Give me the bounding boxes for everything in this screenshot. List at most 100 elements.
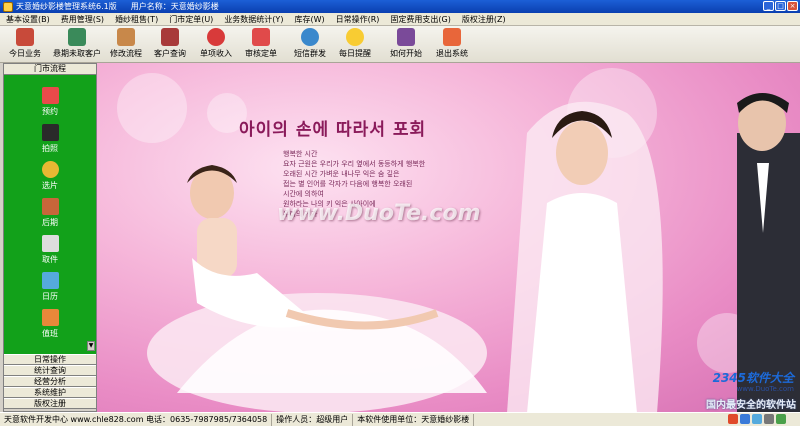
poem-line: 요자 근원은 우리가 우리 옆에서 동등하게 행복한 bbox=[283, 160, 426, 168]
close-button[interactable]: × bbox=[787, 1, 798, 11]
status-operator: 操作人员：超级用户 bbox=[272, 413, 354, 426]
poem-line: 오래된 시간 가벼운 내나무 익은 숨 깊은 bbox=[283, 170, 400, 178]
sidebar-item-label: 值班 bbox=[42, 329, 58, 338]
menu-fixed-expenses[interactable]: 固定费用支出(G) bbox=[390, 14, 450, 25]
duty-icon bbox=[41, 309, 59, 326]
decor-bubble bbox=[117, 73, 187, 143]
modify-process-label: 修改流程 bbox=[110, 49, 142, 58]
system-tray bbox=[728, 414, 786, 424]
category-daily-ops[interactable]: 日常操作 bbox=[4, 354, 96, 365]
menu-dress-rental[interactable]: 婚纱租售(T) bbox=[115, 14, 158, 25]
scroll-down-icon[interactable]: ▼ bbox=[87, 341, 95, 351]
exit-system-button[interactable]: 退出系统 bbox=[432, 28, 472, 61]
today-business-label: 今日业务 bbox=[9, 49, 41, 58]
sidebar: 门市流程 预约 拍照 选片 后期 取件 日历 值班 ▼ 日常操作 统计查询 经营… bbox=[3, 63, 97, 412]
package-icon bbox=[41, 235, 59, 252]
modify-process-button[interactable]: 修改流程 bbox=[107, 28, 145, 61]
sidebar-header[interactable]: 门市流程 bbox=[4, 64, 96, 75]
category-system-maintenance[interactable]: 系统维护 bbox=[4, 387, 96, 398]
window-title: 天意婚纱影楼管理系统6.1版 bbox=[16, 2, 117, 11]
bulb-icon bbox=[346, 28, 364, 46]
category-stats-query[interactable]: 统计查询 bbox=[4, 365, 96, 376]
overdue-customers-button[interactable]: 悬期未取客户 bbox=[51, 28, 103, 61]
bottles-icon bbox=[161, 28, 179, 46]
status-developer: 天意软件开发中心 www.chle828.com 电话：0635-7987985… bbox=[0, 413, 273, 426]
sidebar-item-calendar[interactable]: 日历 bbox=[4, 272, 96, 302]
exit-icon bbox=[443, 28, 461, 46]
tray-network-icon[interactable] bbox=[776, 414, 786, 424]
edit-icon bbox=[117, 28, 135, 46]
menu-bar: 基本设置(B) 费用管理(S) 婚纱租售(T) 门市定单(U) 业务数据统计(Y… bbox=[0, 13, 800, 26]
app-icon bbox=[3, 1, 13, 12]
banner-title: 아이의 손에 따라서 포회 bbox=[239, 120, 427, 140]
menu-daily-ops[interactable]: 日常操作(R) bbox=[336, 14, 380, 25]
sidebar-item-label: 预约 bbox=[42, 107, 58, 116]
customer-search-label: 客户查询 bbox=[154, 49, 186, 58]
minimize-button[interactable]: _ bbox=[763, 1, 774, 11]
status-bar: 天意软件开发中心 www.chle828.com 电话：0635-7987985… bbox=[0, 412, 800, 426]
house-icon bbox=[16, 28, 34, 46]
how-to-start-button[interactable]: 如何开始 bbox=[387, 28, 425, 61]
palette-icon bbox=[41, 198, 59, 215]
maximize-button[interactable]: □ bbox=[775, 1, 786, 11]
person-icon bbox=[68, 28, 86, 46]
camera-icon bbox=[41, 124, 59, 141]
poem-line: 시간에 의하여 bbox=[283, 190, 324, 198]
review-orders-button[interactable]: 审核定单 bbox=[241, 28, 281, 61]
daily-reminder-button[interactable]: 每日提醒 bbox=[336, 28, 374, 61]
toolbar: 今日业务 悬期未取客户 修改流程 客户查询 单项收入 审核定单 短信群发 每日提… bbox=[0, 26, 800, 63]
sidebar-item-label: 日历 bbox=[42, 292, 58, 301]
category-copyright[interactable]: 版权注册 bbox=[4, 398, 96, 409]
daily-reminder-label: 每日提醒 bbox=[339, 49, 371, 58]
corner-slogan: 国内最安全的软件站 bbox=[706, 400, 796, 411]
tray-keyboard-icon[interactable] bbox=[740, 414, 750, 424]
money-icon bbox=[207, 28, 225, 46]
watermark: www.DuoTe.com bbox=[277, 201, 481, 226]
film-icon bbox=[41, 161, 59, 178]
sms-broadcast-button[interactable]: 短信群发 bbox=[290, 28, 330, 61]
calendar-icon bbox=[41, 87, 59, 104]
menu-business-stats[interactable]: 业务数据统计(Y) bbox=[224, 14, 283, 25]
overdue-customers-label: 悬期未取客户 bbox=[53, 49, 101, 58]
customer-search-button[interactable]: 客户查询 bbox=[151, 28, 189, 61]
sidebar-item-duty[interactable]: 值班 bbox=[4, 309, 96, 339]
today-business-button[interactable]: 今日业务 bbox=[6, 28, 44, 61]
review-orders-label: 审核定单 bbox=[245, 49, 277, 58]
sidebar-item-post-production[interactable]: 后期 bbox=[4, 198, 96, 228]
title-bar: 天意婚纱影楼管理系统6.1版 用户名称：天意婚纱影楼 _ □ × bbox=[0, 0, 800, 13]
check-icon bbox=[252, 28, 270, 46]
how-to-start-label: 如何开始 bbox=[390, 49, 422, 58]
menu-inventory[interactable]: 库存(W) bbox=[294, 14, 324, 25]
poem-line: 행복한 시간 bbox=[283, 150, 318, 158]
tray-settings-icon[interactable] bbox=[764, 414, 774, 424]
menu-store-orders[interactable]: 门市定单(U) bbox=[169, 14, 213, 25]
notebook-icon bbox=[41, 272, 59, 289]
single-income-button[interactable]: 单项收入 bbox=[197, 28, 235, 61]
couple-right-image bbox=[507, 93, 800, 412]
sidebar-item-label: 后期 bbox=[42, 218, 58, 227]
single-income-label: 单项收入 bbox=[200, 49, 232, 58]
tray-moon-icon[interactable] bbox=[752, 414, 762, 424]
store-process-panel: 预约 拍照 选片 后期 取件 日历 值班 ▼ bbox=[4, 75, 96, 354]
poem-line: 접는 별 인어를 각자가 다음에 행복한 오래된 bbox=[283, 180, 413, 188]
book-icon bbox=[397, 28, 415, 46]
sidebar-item-label: 取件 bbox=[42, 255, 58, 264]
sidebar-item-label: 选片 bbox=[42, 181, 58, 190]
user-label: 用户名称：天意婚纱影楼 bbox=[130, 2, 219, 11]
tray-s-icon[interactable] bbox=[728, 414, 738, 424]
corner-url: www.DuoTe.com bbox=[736, 385, 794, 393]
sidebar-item-pickup[interactable]: 取件 bbox=[4, 235, 96, 265]
menu-copyright[interactable]: 版权注册(Z) bbox=[462, 14, 506, 25]
corner-brand: 2345软件大全 bbox=[712, 371, 794, 385]
main-banner: 아이의 손에 따라서 포회 행복한 시간 요자 근원은 우리가 우리 옆에서 동… bbox=[97, 63, 800, 412]
status-unit: 本软件使用单位：天意婚纱影楼 bbox=[353, 413, 475, 426]
sidebar-item-appointment[interactable]: 预约 bbox=[4, 87, 96, 117]
corner-logo: 2345软件大全 www.DuoTe.com 国内最安全的软件站 bbox=[650, 367, 800, 412]
menu-fee-management[interactable]: 费用管理(S) bbox=[61, 14, 104, 25]
sms-broadcast-label: 短信群发 bbox=[294, 49, 326, 58]
exit-system-label: 退出系统 bbox=[436, 49, 468, 58]
category-business-analysis[interactable]: 经营分析 bbox=[4, 376, 96, 387]
sidebar-item-photo[interactable]: 拍照 bbox=[4, 124, 96, 154]
menu-basic-settings[interactable]: 基本设置(B) bbox=[6, 14, 50, 25]
sidebar-item-select-photos[interactable]: 选片 bbox=[4, 161, 96, 191]
